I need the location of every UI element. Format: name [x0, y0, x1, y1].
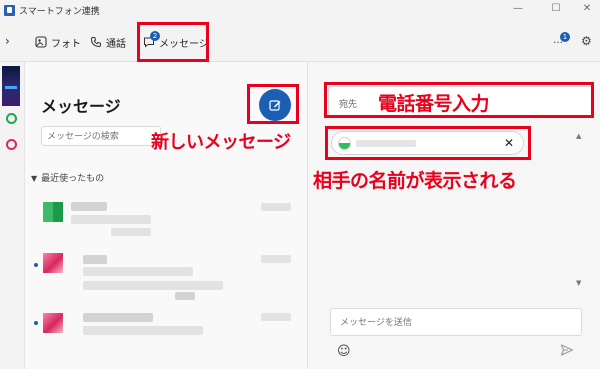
timestamp-redacted: [261, 203, 291, 211]
phone-link-app-icon: [4, 5, 15, 16]
close-icon[interactable]: ✕: [504, 136, 514, 150]
timestamp-redacted: [261, 255, 291, 263]
tab-calls-label: 通話: [106, 38, 126, 50]
message-preview-redacted: [175, 292, 195, 300]
new-message-highlight: [247, 84, 299, 124]
notifications-button[interactable]: … 1: [553, 32, 570, 46]
message-preview-redacted: [111, 228, 151, 236]
message-input[interactable]: [330, 308, 582, 336]
annotation-new-message: 新しいメッセージ: [151, 132, 291, 153]
search-input[interactable]: [41, 126, 161, 146]
scroll-up-icon[interactable]: ▲: [576, 132, 581, 140]
contact-name-redacted: [83, 313, 153, 322]
annotation-name-shown: 相手の名前が表示される: [313, 170, 517, 192]
recipient-name-redacted: [356, 140, 416, 147]
photo-icon: [35, 36, 47, 48]
top-toolbar: › フォト 通話 2 メッセージ … 1 ⚙: [0, 22, 600, 62]
message-preview-redacted: [71, 215, 151, 224]
emoji-icon[interactable]: ☺: [337, 344, 351, 359]
scroll-down-icon[interactable]: ▼: [576, 279, 581, 287]
minimize-button[interactable]: —: [508, 3, 528, 14]
window-title: スマートフォン連携: [19, 7, 100, 17]
tab-photos[interactable]: フォト: [35, 31, 81, 53]
avatar: [43, 253, 63, 273]
list-item[interactable]: [25, 309, 308, 369]
page-title: メッセージ: [41, 97, 121, 116]
avatar: [43, 313, 63, 333]
unread-dot: [34, 321, 38, 325]
annotation-enter-phone: 電話番号入力: [378, 93, 490, 115]
message-preview-redacted: [83, 326, 203, 335]
phone-wallpaper-thumbnail[interactable]: [2, 66, 20, 106]
send-icon: [560, 344, 574, 356]
notifications-badge: 1: [560, 32, 570, 42]
contact-name-redacted: [71, 202, 107, 211]
green-ring-icon[interactable]: [6, 113, 17, 124]
message-preview-redacted: [83, 267, 193, 276]
recipient-chip[interactable]: ✕: [331, 131, 524, 155]
tab-calls[interactable]: 通話: [90, 31, 126, 53]
avatar: [338, 137, 351, 150]
messages-tab-highlight: [137, 22, 209, 62]
gear-icon[interactable]: ⚙: [581, 34, 592, 48]
avatar: [43, 202, 63, 222]
recent-label: 最近使ったもの: [41, 174, 105, 184]
unread-dot: [34, 263, 38, 267]
timestamp-redacted: [261, 313, 291, 321]
message-preview-redacted: [83, 281, 223, 290]
send-button[interactable]: [560, 342, 574, 361]
contact-name-redacted: [83, 255, 107, 264]
close-button[interactable]: ✕: [577, 3, 597, 14]
left-rail: [0, 62, 25, 369]
phone-icon: [90, 37, 101, 48]
title-bar: スマートフォン連携 — ☐ ✕: [0, 0, 600, 22]
caret-down-icon: ▼: [31, 174, 38, 183]
messages-list-pane: メッセージ 新しいメッセージ ▼最近使ったもの: [25, 62, 308, 369]
expand-chevron-icon[interactable]: ›: [5, 34, 10, 48]
pink-ring-icon[interactable]: [6, 139, 17, 150]
maximize-button[interactable]: ☐: [546, 3, 566, 14]
compose-pane: 宛先 電話番号入力 ✕ ▲ 相手の名前が表示される ▼ ☺: [308, 62, 600, 369]
list-item[interactable]: [25, 245, 308, 305]
tab-photos-label: フォト: [51, 38, 81, 50]
recent-section-header[interactable]: ▼ 最近使ったもの: [31, 171, 104, 184]
